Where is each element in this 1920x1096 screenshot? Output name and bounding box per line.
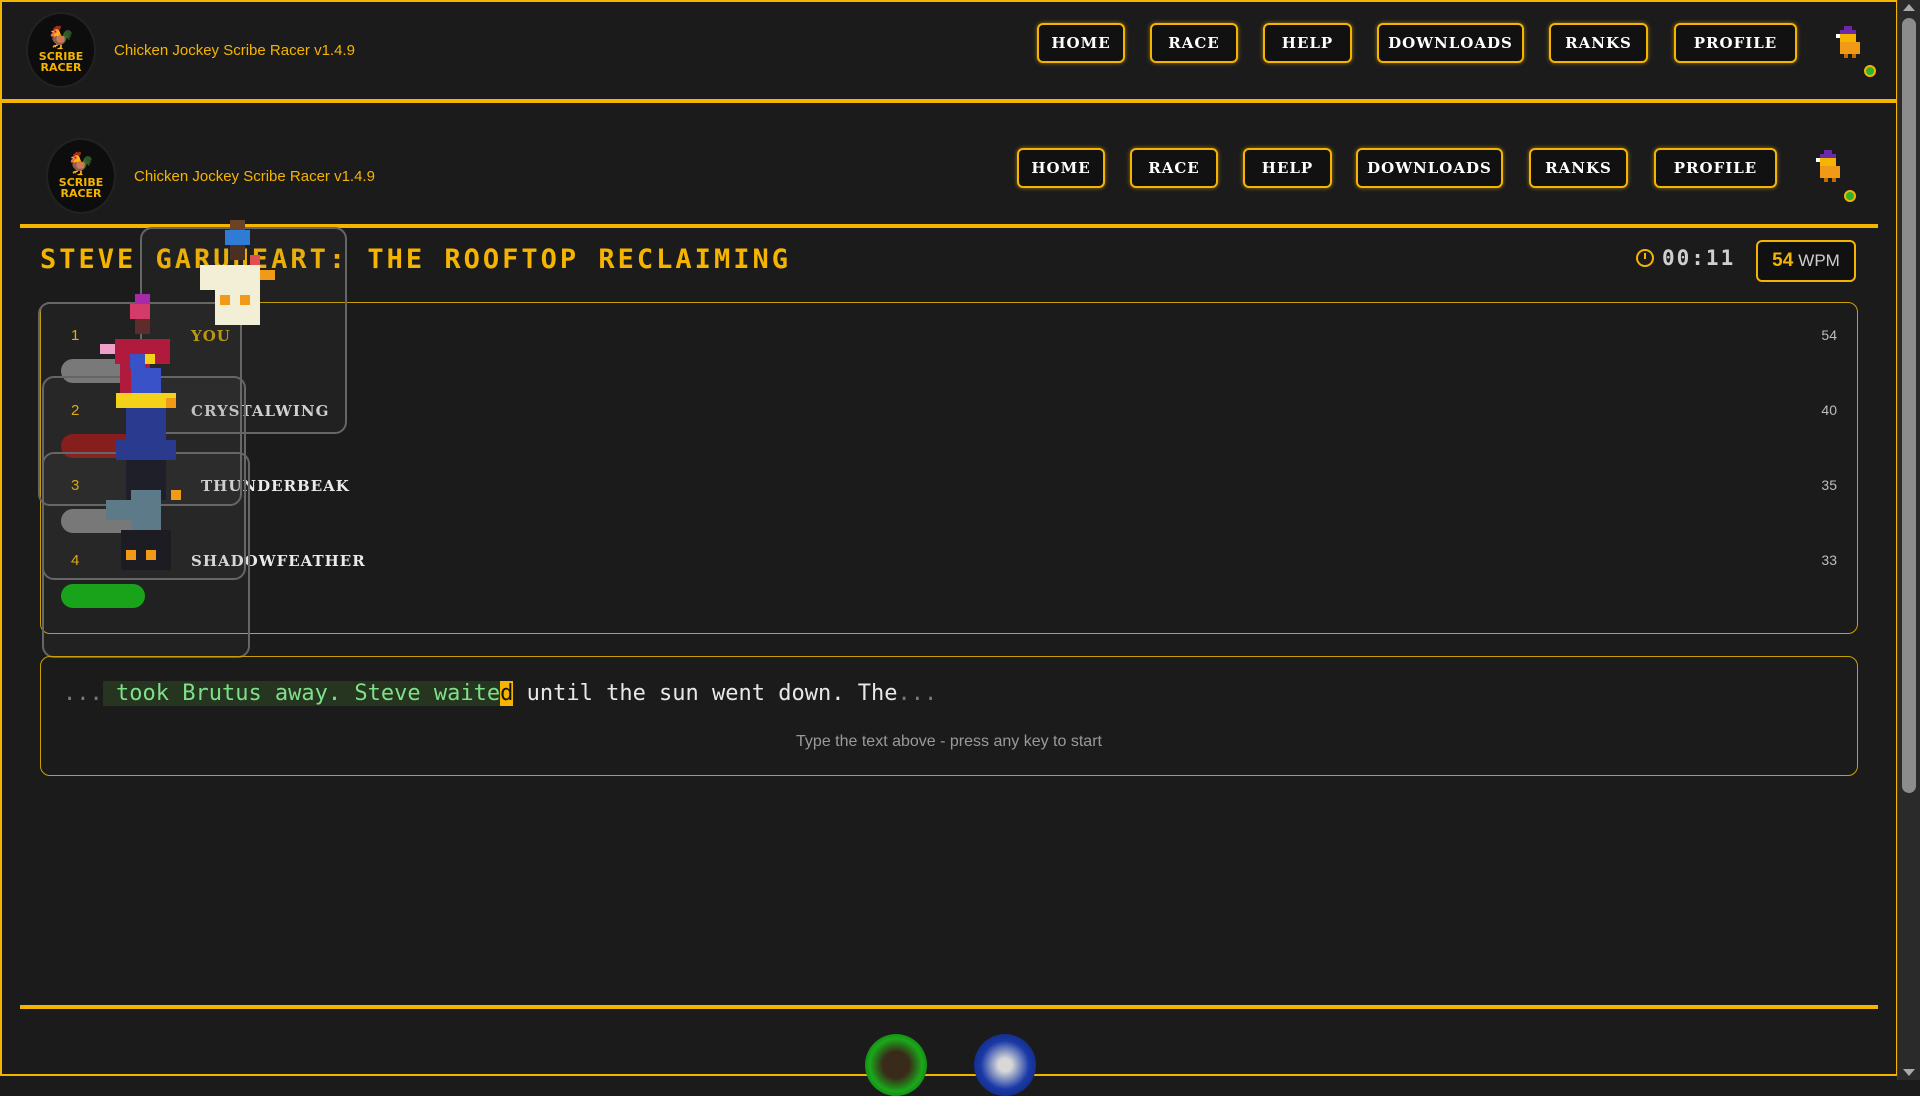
rooster-icon: 🐓 [47, 26, 75, 51]
nav-ranks[interactable]: RANKS [1529, 148, 1628, 188]
user-avatar[interactable] [1836, 26, 1864, 58]
app-title: Chicken Jockey Scribe Racer v1.4.9 [134, 167, 375, 185]
racer-wpm: 35 [1821, 477, 1837, 493]
user-avatar[interactable] [1816, 150, 1844, 182]
nav-race[interactable]: RACE [1150, 23, 1238, 63]
scroll-down-icon[interactable] [1903, 1069, 1915, 1076]
clock-icon [1636, 249, 1654, 267]
online-status-dot [1844, 190, 1856, 202]
scribe-racer-logo[interactable]: 🐓 SCRIBE RACER [26, 12, 96, 88]
nav-help[interactable]: HELP [1243, 148, 1332, 188]
footer-divider [20, 1005, 1878, 1009]
racer-wpm: 40 [1821, 402, 1837, 418]
typed-text: took Brutus away. Steve waite [102, 681, 501, 706]
online-status-dot [1864, 65, 1876, 77]
nav-help[interactable]: HELP [1263, 23, 1352, 63]
typing-hint: Type the text above - press any key to s… [796, 733, 1102, 750]
nav-profile[interactable]: PROFILE [1654, 148, 1777, 188]
app-title: Chicken Jockey Scribe Racer v1.4.9 [114, 41, 355, 59]
rooster-icon: 🐓 [67, 152, 95, 177]
nav-home[interactable]: HOME [1037, 23, 1125, 63]
typing-panel[interactable]: ... took Brutus away. Steve waited until… [40, 656, 1858, 776]
header-divider [2, 99, 1898, 103]
text-cursor: d [500, 681, 514, 706]
partner-logo-blue[interactable] [974, 1034, 1036, 1096]
racer-wpm: 33 [1821, 552, 1837, 568]
untyped-text: until the sun went down. The [513, 681, 898, 706]
wpm-badge: 54 WPM [1756, 240, 1856, 282]
scroll-up-icon[interactable] [1903, 4, 1915, 11]
partner-logo-green[interactable] [865, 1034, 927, 1096]
scribe-racer-logo[interactable]: 🐓 SCRIBE RACER [46, 138, 116, 214]
scrollbar-thumb[interactable] [1902, 18, 1916, 793]
racer-row: 3 THUNDERBEAK 35 [41, 453, 1857, 533]
nav-downloads[interactable]: DOWNLOADS [1356, 148, 1503, 188]
vertical-scrollbar[interactable] [1897, 0, 1920, 1080]
nav-downloads[interactable]: DOWNLOADS [1377, 23, 1524, 63]
brand-inner[interactable]: 🐓 SCRIBE RACER Chicken Jockey Scribe Rac… [46, 138, 375, 214]
race-timer: 00:11 [1636, 246, 1735, 270]
nav-profile[interactable]: PROFILE [1674, 23, 1797, 63]
brand[interactable]: 🐓 SCRIBE RACER Chicken Jockey Scribe Rac… [26, 12, 355, 88]
nav-home[interactable]: HOME [1017, 148, 1105, 188]
jockey-sprite-dark-chicken [106, 440, 181, 570]
nav-ranks[interactable]: RANKS [1549, 23, 1648, 63]
racer-wpm: 54 [1821, 327, 1837, 343]
racer-row: 4 SHADOWFEATHER 33 [41, 528, 1857, 608]
nav-race[interactable]: RACE [1130, 148, 1218, 188]
jockey-sprite-white-chicken [200, 220, 275, 325]
passage-text[interactable]: ... took Brutus away. Steve waited until… [63, 681, 937, 706]
